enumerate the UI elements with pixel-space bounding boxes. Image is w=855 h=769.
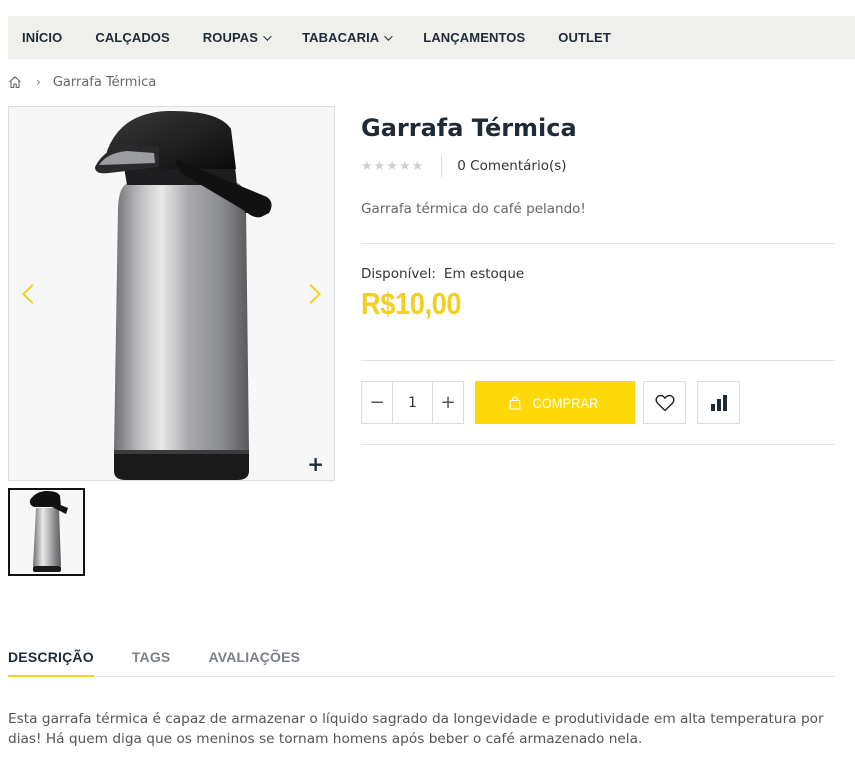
quantity-increase-button[interactable]: +: [433, 382, 463, 423]
buy-button-label: COMPRAR: [532, 394, 598, 411]
rating-stars-icon: ★★★★★: [361, 158, 425, 174]
nav-item-label: TABACARIA: [302, 30, 380, 45]
nav-item-tabacaria[interactable]: TABACARIA: [302, 30, 393, 45]
nav-item-roupas[interactable]: ROUPAS: [202, 30, 272, 45]
product-title: Garrafa Térmica: [361, 114, 577, 142]
thermos-product-image[interactable]: [9, 107, 335, 481]
main-nav: INÍCIO CALÇADOS ROUPAS TABACARIA LANÇAME…: [8, 16, 855, 59]
thumbnail-image: [10, 490, 83, 574]
nav-item-outlet[interactable]: OUTLET: [558, 30, 611, 45]
compare-button[interactable]: [697, 381, 740, 424]
chevron-down-icon: [263, 31, 272, 41]
product-image-gallery: +: [8, 106, 335, 481]
thermos-thumbnail[interactable]: [8, 488, 85, 576]
product-price: R$10,00: [361, 286, 462, 321]
shopping-bag-icon: [508, 395, 521, 410]
nav-item-label: INÍCIO: [22, 30, 63, 45]
divider: [441, 155, 443, 177]
comments-link[interactable]: 0 Comentário(s): [457, 158, 566, 174]
divider: [361, 444, 835, 445]
chevron-down-icon: [384, 31, 393, 41]
product-tabs: DESCRIÇÃO TAGS AVALIAÇÕES: [8, 645, 835, 677]
home-icon[interactable]: [8, 75, 22, 89]
description-text: Esta garrafa térmica é capaz de armazena…: [8, 711, 824, 747]
tab-avaliacoes[interactable]: AVALIAÇÕES: [208, 645, 300, 677]
availability-label: Disponível:: [361, 266, 436, 282]
availability-value: Em estoque: [443, 266, 525, 282]
breadcrumb-current: Garrafa Térmica: [52, 74, 157, 90]
zoom-plus-icon[interactable]: +: [307, 454, 324, 474]
nav-item-label: ROUPAS: [202, 30, 259, 45]
nav-item-inicio[interactable]: INÍCIO: [22, 30, 62, 45]
short-description: Garrafa térmica do café pelando!: [361, 201, 586, 217]
quantity-stepper: − +: [361, 381, 464, 424]
tab-tags[interactable]: TAGS: [132, 645, 171, 677]
breadcrumb-separator: ›: [36, 75, 41, 89]
nav-item-lancamentos[interactable]: LANÇAMENTOS: [423, 30, 525, 45]
quantity-decrease-button[interactable]: −: [362, 382, 392, 423]
nav-item-label: OUTLET: [558, 30, 611, 45]
nav-item-label: CALÇADOS: [95, 30, 170, 45]
divider: [361, 243, 835, 244]
nav-item-calcados[interactable]: CALÇADOS: [95, 30, 169, 45]
wishlist-button[interactable]: [643, 381, 686, 424]
tab-descricao[interactable]: DESCRIÇÃO: [8, 645, 94, 677]
rating-row: ★★★★★ 0 Comentário(s): [361, 155, 567, 177]
availability: Disponível: Em estoque: [361, 266, 524, 282]
buy-button[interactable]: COMPRAR: [475, 381, 635, 424]
bar-chart-icon: [710, 394, 727, 411]
nav-item-label: LANÇAMENTOS: [423, 30, 526, 45]
quantity-input[interactable]: [392, 382, 433, 423]
heart-icon: [654, 394, 675, 411]
breadcrumb: › Garrafa Térmica: [8, 72, 156, 92]
divider: [361, 360, 835, 361]
